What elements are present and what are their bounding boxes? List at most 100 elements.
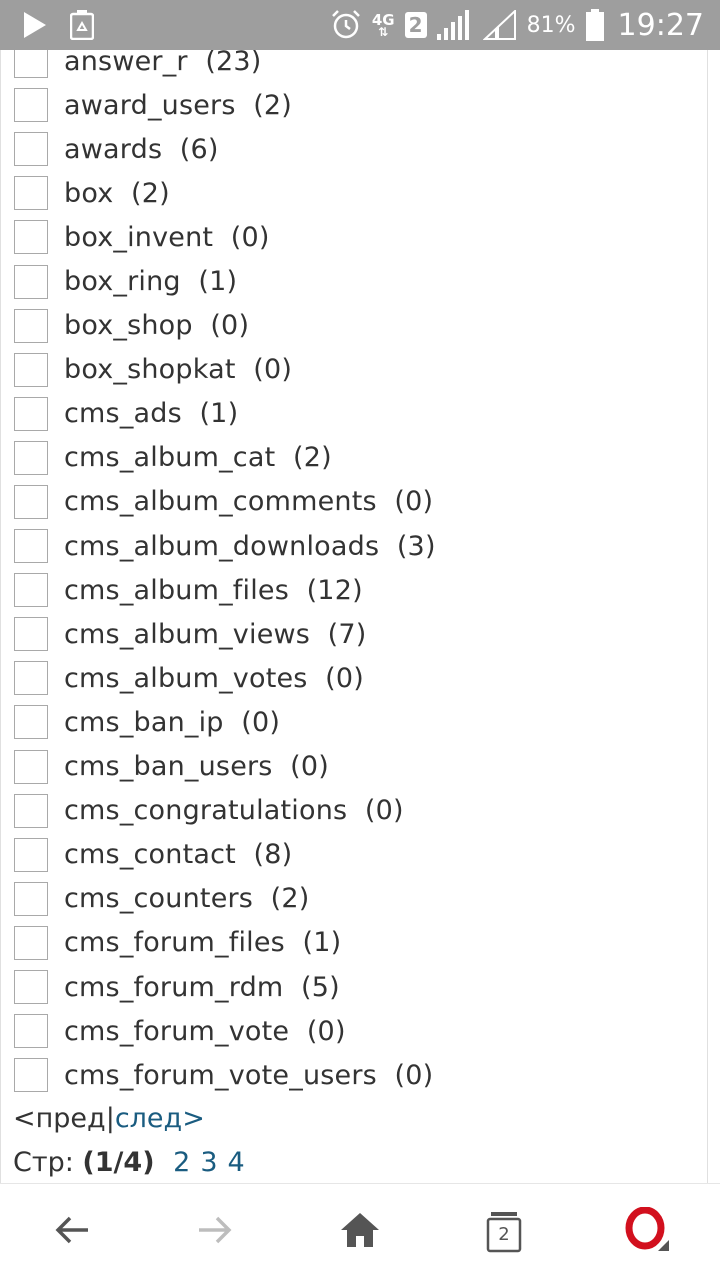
table-name: cms_counters (64, 883, 254, 915)
clock: 19:27 (617, 7, 704, 43)
sim-badge: 2 (404, 12, 427, 38)
table-row-count: (7) (327, 618, 367, 650)
table-name-label: answer_r (23) (64, 50, 262, 77)
table-checkbox[interactable] (14, 749, 48, 784)
table-name: box_shopkat (64, 354, 236, 386)
table-row: cms_forum_vote (0) (14, 1009, 436, 1053)
table-name-label: cms_forum_files (1) (64, 927, 341, 958)
table-checkbox[interactable] (14, 132, 48, 167)
table-name: cms_ads (64, 398, 182, 430)
table-name-label: cms_ads (1) (64, 398, 238, 429)
table-name-label: cms_album_views (7) (64, 619, 367, 650)
table-name-label: cms_forum_rdm (5) (64, 972, 340, 1003)
home-button[interactable] (330, 1206, 390, 1258)
table-row-count: (23) (205, 50, 262, 77)
table-name-label: cms_album_downloads (3) (64, 531, 436, 562)
table-row: cms_forum_rdm (5) (14, 965, 436, 1009)
table-name: cms_forum_vote (64, 1015, 290, 1047)
table-name: cms_contact (64, 839, 236, 871)
table-row: answer_r (23) (14, 50, 436, 83)
table-row-count: (0) (394, 1059, 434, 1091)
page-link-3[interactable]: 3 (200, 1147, 217, 1178)
table-checkbox[interactable] (14, 837, 48, 872)
table-checkbox[interactable] (14, 793, 48, 828)
page-navigation: Стр: (1/4) 234 (13, 1147, 245, 1178)
table-row-count: (0) (241, 706, 281, 738)
table-checkbox[interactable] (14, 484, 48, 519)
table-name-label: cms_contact (8) (64, 839, 292, 870)
table-name: cms_album_comments (64, 486, 377, 518)
table-name: cms_album_downloads (64, 530, 380, 562)
table-name-label: cms_album_comments (0) (64, 486, 433, 517)
table-name: box (64, 177, 114, 209)
table-name: cms_album_views (64, 618, 311, 650)
table-name-label: cms_album_files (12) (64, 575, 363, 606)
table-checkbox[interactable] (14, 176, 48, 211)
table-row-count: (3) (396, 530, 436, 562)
table-name-label: cms_album_votes (0) (64, 663, 364, 694)
table-checkbox[interactable] (14, 352, 48, 387)
table-row: cms_counters (2) (14, 877, 436, 921)
tab-count: 2 (498, 1224, 510, 1245)
table-row-count: (0) (253, 354, 293, 386)
table-row-count: (2) (292, 442, 332, 474)
table-checkbox[interactable] (14, 396, 48, 431)
table-checkbox[interactable] (14, 1014, 48, 1049)
table-checkbox[interactable] (14, 881, 48, 916)
table-row: cms_album_files (12) (14, 568, 436, 612)
tabs-button[interactable]: 2 (474, 1206, 534, 1258)
table-row: box (2) (14, 171, 436, 215)
table-row: box_shop (0) (14, 304, 436, 348)
table-row-count: (2) (270, 883, 310, 915)
table-name: award_users (64, 89, 236, 121)
table-checkbox[interactable] (14, 529, 48, 564)
page-link-4[interactable]: 4 (228, 1147, 245, 1178)
table-row-count: (0) (306, 1015, 346, 1047)
pages-label: Стр: (13, 1147, 74, 1178)
table-name-label: box_shop (0) (64, 310, 249, 341)
back-button[interactable] (42, 1206, 102, 1258)
table-name: awards (64, 133, 163, 165)
table-row-count: (12) (306, 574, 363, 606)
table-checkbox[interactable] (14, 970, 48, 1005)
table-row: cms_congratulations (0) (14, 789, 436, 833)
play-icon (22, 11, 48, 39)
table-name-label: cms_album_cat (2) (64, 442, 332, 473)
table-row: box_invent (0) (14, 215, 436, 259)
table-row: cms_ban_ip (0) (14, 700, 436, 744)
table-row-count: (1) (302, 927, 342, 959)
table-row: cms_album_views (7) (14, 612, 436, 656)
table-checkbox[interactable] (14, 573, 48, 608)
forward-button[interactable] (185, 1206, 245, 1258)
table-checkbox[interactable] (14, 264, 48, 299)
table-name-label: box_shopkat (0) (64, 354, 292, 385)
table-row-count: (2) (253, 89, 293, 121)
prev-label: <пред (13, 1103, 106, 1134)
table-checkbox[interactable] (14, 925, 48, 960)
opera-menu-button[interactable] (618, 1206, 678, 1258)
table-checkbox[interactable] (14, 220, 48, 255)
table-checkbox[interactable] (14, 705, 48, 740)
table-checkbox[interactable] (14, 617, 48, 652)
table-row: cms_album_votes (0) (14, 656, 436, 700)
table-checkbox[interactable] (14, 308, 48, 343)
next-link[interactable]: след> (115, 1103, 205, 1134)
table-row: cms_album_comments (0) (14, 480, 436, 524)
table-row-count: (5) (301, 971, 340, 1003)
table-name: cms_forum_rdm (64, 971, 284, 1003)
table-list: answer_r (23) award_users (2) awards (6) bo… (14, 50, 436, 1097)
table-checkbox[interactable] (14, 440, 48, 475)
page-link-2[interactable]: 2 (173, 1147, 190, 1178)
table-checkbox[interactable] (14, 50, 48, 79)
table-checkbox[interactable] (14, 88, 48, 123)
table-name-label: box_invent (0) (64, 222, 270, 253)
table-row-count: (0) (325, 662, 365, 694)
back-arrow-icon (54, 1215, 90, 1249)
table-name: cms_album_cat (64, 442, 276, 474)
table-name: box_shop (64, 310, 193, 342)
table-row-count: (8) (253, 839, 293, 871)
table-checkbox[interactable] (14, 661, 48, 696)
table-name: box_invent (64, 221, 214, 253)
status-bar: 4G ⇅ 2 81% 19:27 (0, 0, 720, 50)
table-checkbox[interactable] (14, 1058, 48, 1093)
